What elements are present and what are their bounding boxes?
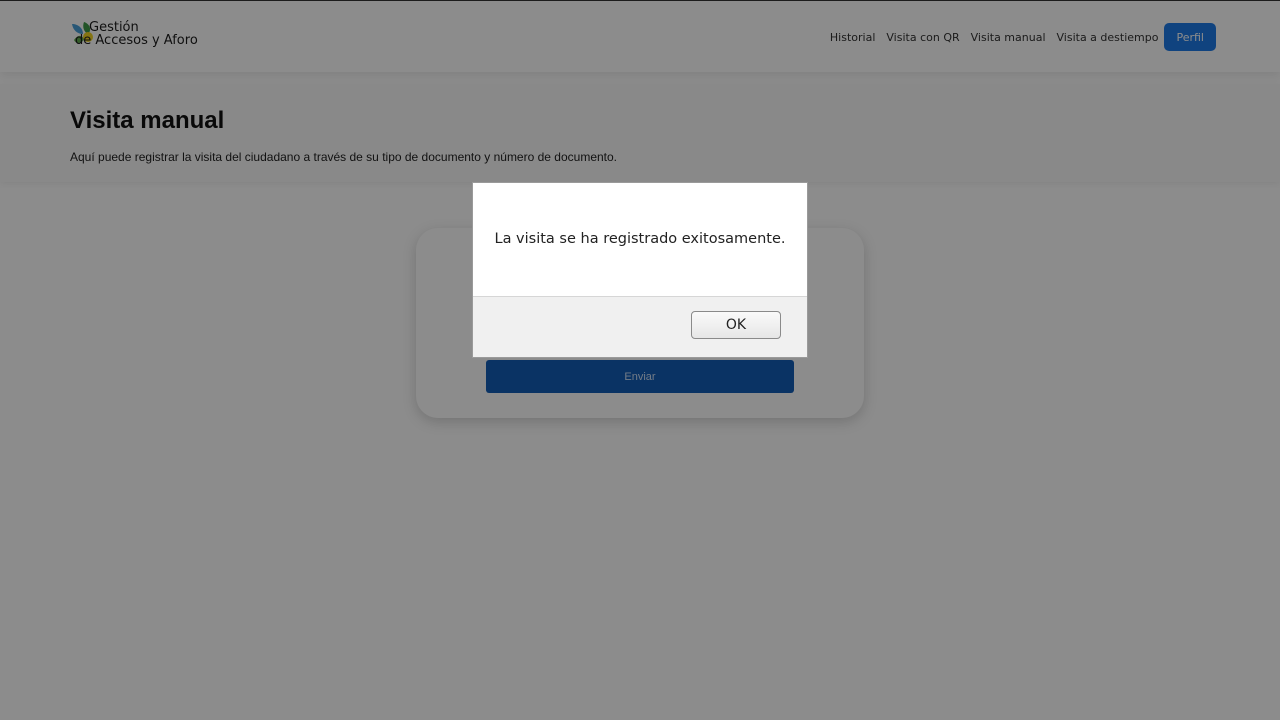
alert-dialog: La visita se ha registrado exitosamente.… <box>472 182 808 358</box>
ok-button[interactable]: OK <box>691 311 781 339</box>
dialog-message: La visita se ha registrado exitosamente. <box>494 231 786 247</box>
modal-overlay <box>0 0 1280 720</box>
dialog-footer: OK <box>473 296 807 357</box>
